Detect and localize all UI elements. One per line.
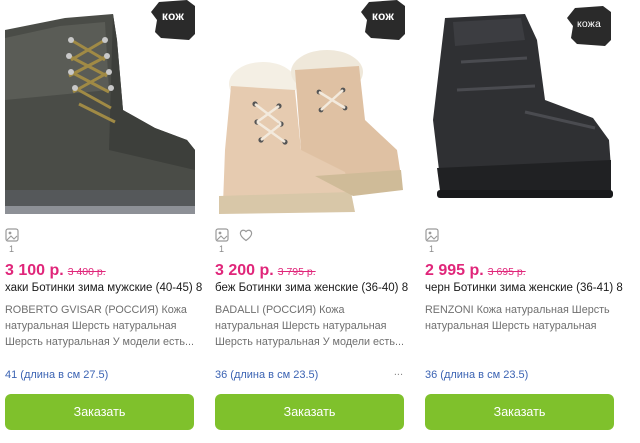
leather-badge: кож bbox=[361, 0, 405, 40]
product-description: ROBERTO GVISAR (РОССИЯ) Кожа натуральная… bbox=[5, 304, 194, 348]
current-price: 3 200 р. bbox=[215, 262, 274, 279]
badge-label: кож bbox=[371, 9, 395, 23]
price-block: 2 995 р. 3 695 р. bbox=[425, 262, 526, 280]
card-actions bbox=[215, 226, 253, 244]
product-title[interactable]: хаки Ботинки зима мужские (40-45) 8 bbox=[5, 282, 205, 294]
product-image[interactable]: кож bbox=[215, 0, 405, 222]
heart-icon[interactable] bbox=[239, 228, 253, 242]
old-price: 3 795 р. bbox=[277, 266, 316, 278]
image-icon[interactable] bbox=[215, 228, 229, 242]
card-actions bbox=[5, 226, 19, 244]
badge-label: кож bbox=[161, 9, 185, 23]
product-image[interactable]: кож bbox=[5, 0, 195, 222]
size-select[interactable]: 36 (длина в см 23.5) bbox=[425, 369, 528, 381]
product-title[interactable]: беж Ботинки зима женские (36-40) 8 bbox=[215, 282, 415, 294]
price-block: 3 100 р. 3 400 р. bbox=[5, 262, 106, 280]
more-sizes[interactable]: ... bbox=[394, 366, 403, 378]
product-description: RENZONI Кожа натуральная Шерсть натураль… bbox=[425, 304, 610, 332]
image-icon[interactable] bbox=[5, 228, 19, 242]
current-price: 3 100 р. bbox=[5, 262, 64, 279]
current-price: 2 995 р. bbox=[425, 262, 484, 279]
price-block: 3 200 р. 3 795 р. bbox=[215, 262, 316, 280]
size-select[interactable]: 41 (длина в см 27.5) bbox=[5, 369, 108, 381]
old-price: 3 400 р. bbox=[67, 266, 106, 278]
old-price: 3 695 р. bbox=[487, 266, 526, 278]
product-description: BADALLI (РОССИЯ) Кожа натуральная Шерсть… bbox=[215, 304, 404, 348]
product-card: кожа 1 2 995 р. 3 695 р. черн Ботинки зим… bbox=[425, 0, 623, 443]
image-icon[interactable] bbox=[425, 228, 439, 242]
leather-badge: кожа bbox=[567, 6, 611, 46]
product-title[interactable]: черн Ботинки зима женские (36-41) 8 bbox=[425, 282, 625, 294]
photo-count: 1 bbox=[429, 244, 435, 254]
order-button[interactable]: Заказать bbox=[425, 394, 614, 430]
size-select[interactable]: 36 (длина в см 23.5) bbox=[215, 369, 318, 381]
product-card: кож 1 3 200 р. 3 795 р. беж Ботинки зима … bbox=[215, 0, 408, 443]
product-image[interactable]: кожа bbox=[425, 0, 615, 222]
photo-count: 1 bbox=[219, 244, 225, 254]
badge-label: кожа bbox=[576, 18, 602, 30]
leather-badge: кож bbox=[151, 0, 195, 40]
card-actions bbox=[425, 226, 439, 244]
product-card: кож 1 3 100 р. 3 400 р. хаки Ботинки зима… bbox=[5, 0, 202, 443]
photo-count: 1 bbox=[9, 244, 15, 254]
order-button[interactable]: Заказать bbox=[215, 394, 404, 430]
order-button[interactable]: Заказать bbox=[5, 394, 194, 430]
